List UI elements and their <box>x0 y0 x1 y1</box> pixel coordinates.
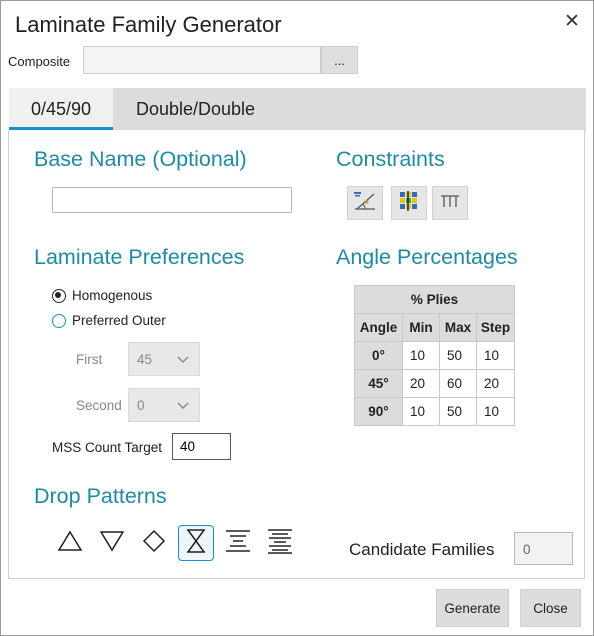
drop-pattern-triangle-up[interactable] <box>52 525 88 561</box>
diamond-icon <box>142 529 166 558</box>
cell-step[interactable]: 10 <box>476 397 515 426</box>
first-label: First <box>76 352 103 367</box>
cell-max[interactable]: 50 <box>439 341 477 370</box>
cell-step[interactable]: 10 <box>476 341 515 370</box>
table-row: 90° 10 50 10 <box>354 397 515 426</box>
center-lines-narrow-icon <box>225 528 251 559</box>
tab-0-45-90[interactable]: 0/45/90 <box>9 88 113 131</box>
mss-count-input[interactable] <box>172 433 231 460</box>
radio-preferred-outer[interactable]: Preferred Outer <box>52 313 166 328</box>
radio-preferred-outer-label: Preferred Outer <box>72 313 166 328</box>
candidate-families-label: Candidate Families <box>349 540 495 559</box>
angle-constraint-button[interactable] <box>347 186 383 220</box>
angle-percentages-table: % Plies Angle Min Max Step 0° 10 50 10 4… <box>354 285 515 426</box>
composite-label: Composite <box>8 54 71 69</box>
cell-min[interactable]: 20 <box>402 369 440 398</box>
row-angle: 45° <box>354 369 403 398</box>
row-angle: 90° <box>354 397 403 426</box>
column-header: Angle <box>354 313 403 342</box>
cell-max[interactable]: 50 <box>439 397 477 426</box>
candidate-families-value: 0 <box>514 532 573 565</box>
hourglass-icon <box>184 528 208 559</box>
chevron-down-icon <box>176 352 190 371</box>
generate-button[interactable]: Generate <box>436 589 509 627</box>
composite-input[interactable] <box>83 46 321 74</box>
table-row: 45° 20 60 20 <box>354 369 515 398</box>
angle-percentages-heading: Angle Percentages <box>336 245 518 269</box>
triangle-up-icon <box>57 530 83 557</box>
color-grid-button[interactable] <box>391 186 427 220</box>
column-constraint-icon <box>438 192 462 215</box>
triangle-down-icon <box>99 530 125 557</box>
cell-min[interactable]: 10 <box>402 341 440 370</box>
drop-pattern-center-wide[interactable] <box>262 525 298 561</box>
constraints-heading: Constraints <box>336 147 445 171</box>
cell-step[interactable]: 20 <box>476 369 515 398</box>
cell-max[interactable]: 60 <box>439 369 477 398</box>
color-grid-icon <box>398 190 420 217</box>
drop-pattern-diamond[interactable] <box>136 525 172 561</box>
first-select-value: 45 <box>137 352 153 367</box>
second-select[interactable]: 0 <box>128 388 200 422</box>
radio-homogenous-label: Homogenous <box>72 288 153 303</box>
second-label: Second <box>76 398 122 413</box>
base-name-input[interactable] <box>52 187 292 213</box>
table-row: 0° 10 50 10 <box>354 341 515 370</box>
tab-double-double[interactable]: Double/Double <box>124 88 267 131</box>
plies-group-header: % Plies <box>354 285 515 314</box>
composite-browse-button[interactable]: ... <box>321 46 358 74</box>
dialog-title: Laminate Family Generator <box>15 12 282 37</box>
tab-bar: 0/45/90 Double/Double <box>9 88 586 131</box>
radio-homogenous[interactable]: Homogenous <box>52 288 152 303</box>
close-button[interactable]: Close <box>520 589 581 627</box>
drop-pattern-triangle-down[interactable] <box>94 525 130 561</box>
column-header: Step <box>476 313 515 342</box>
drop-patterns-heading: Drop Patterns <box>34 484 167 508</box>
column-header: Min <box>402 313 440 342</box>
drop-pattern-center-narrow[interactable] <box>220 525 256 561</box>
mss-count-label: MSS Count Target <box>52 440 163 455</box>
cell-min[interactable]: 10 <box>402 397 440 426</box>
radio-selected-icon <box>52 288 66 303</box>
column-header: Max <box>439 313 477 342</box>
radio-unselected-icon <box>52 313 66 328</box>
chevron-down-icon <box>176 398 190 417</box>
close-icon[interactable]: ✕ <box>561 11 583 33</box>
drop-pattern-hourglass[interactable] <box>178 525 214 561</box>
angle-constraint-icon <box>353 190 377 217</box>
base-name-heading: Base Name (Optional) <box>34 147 247 171</box>
laminate-preferences-heading: Laminate Preferences <box>34 245 245 269</box>
first-select[interactable]: 45 <box>128 342 200 376</box>
column-constraint-button[interactable] <box>432 186 468 220</box>
center-lines-wide-icon <box>267 528 293 559</box>
second-select-value: 0 <box>137 398 145 413</box>
row-angle: 0° <box>354 341 403 370</box>
